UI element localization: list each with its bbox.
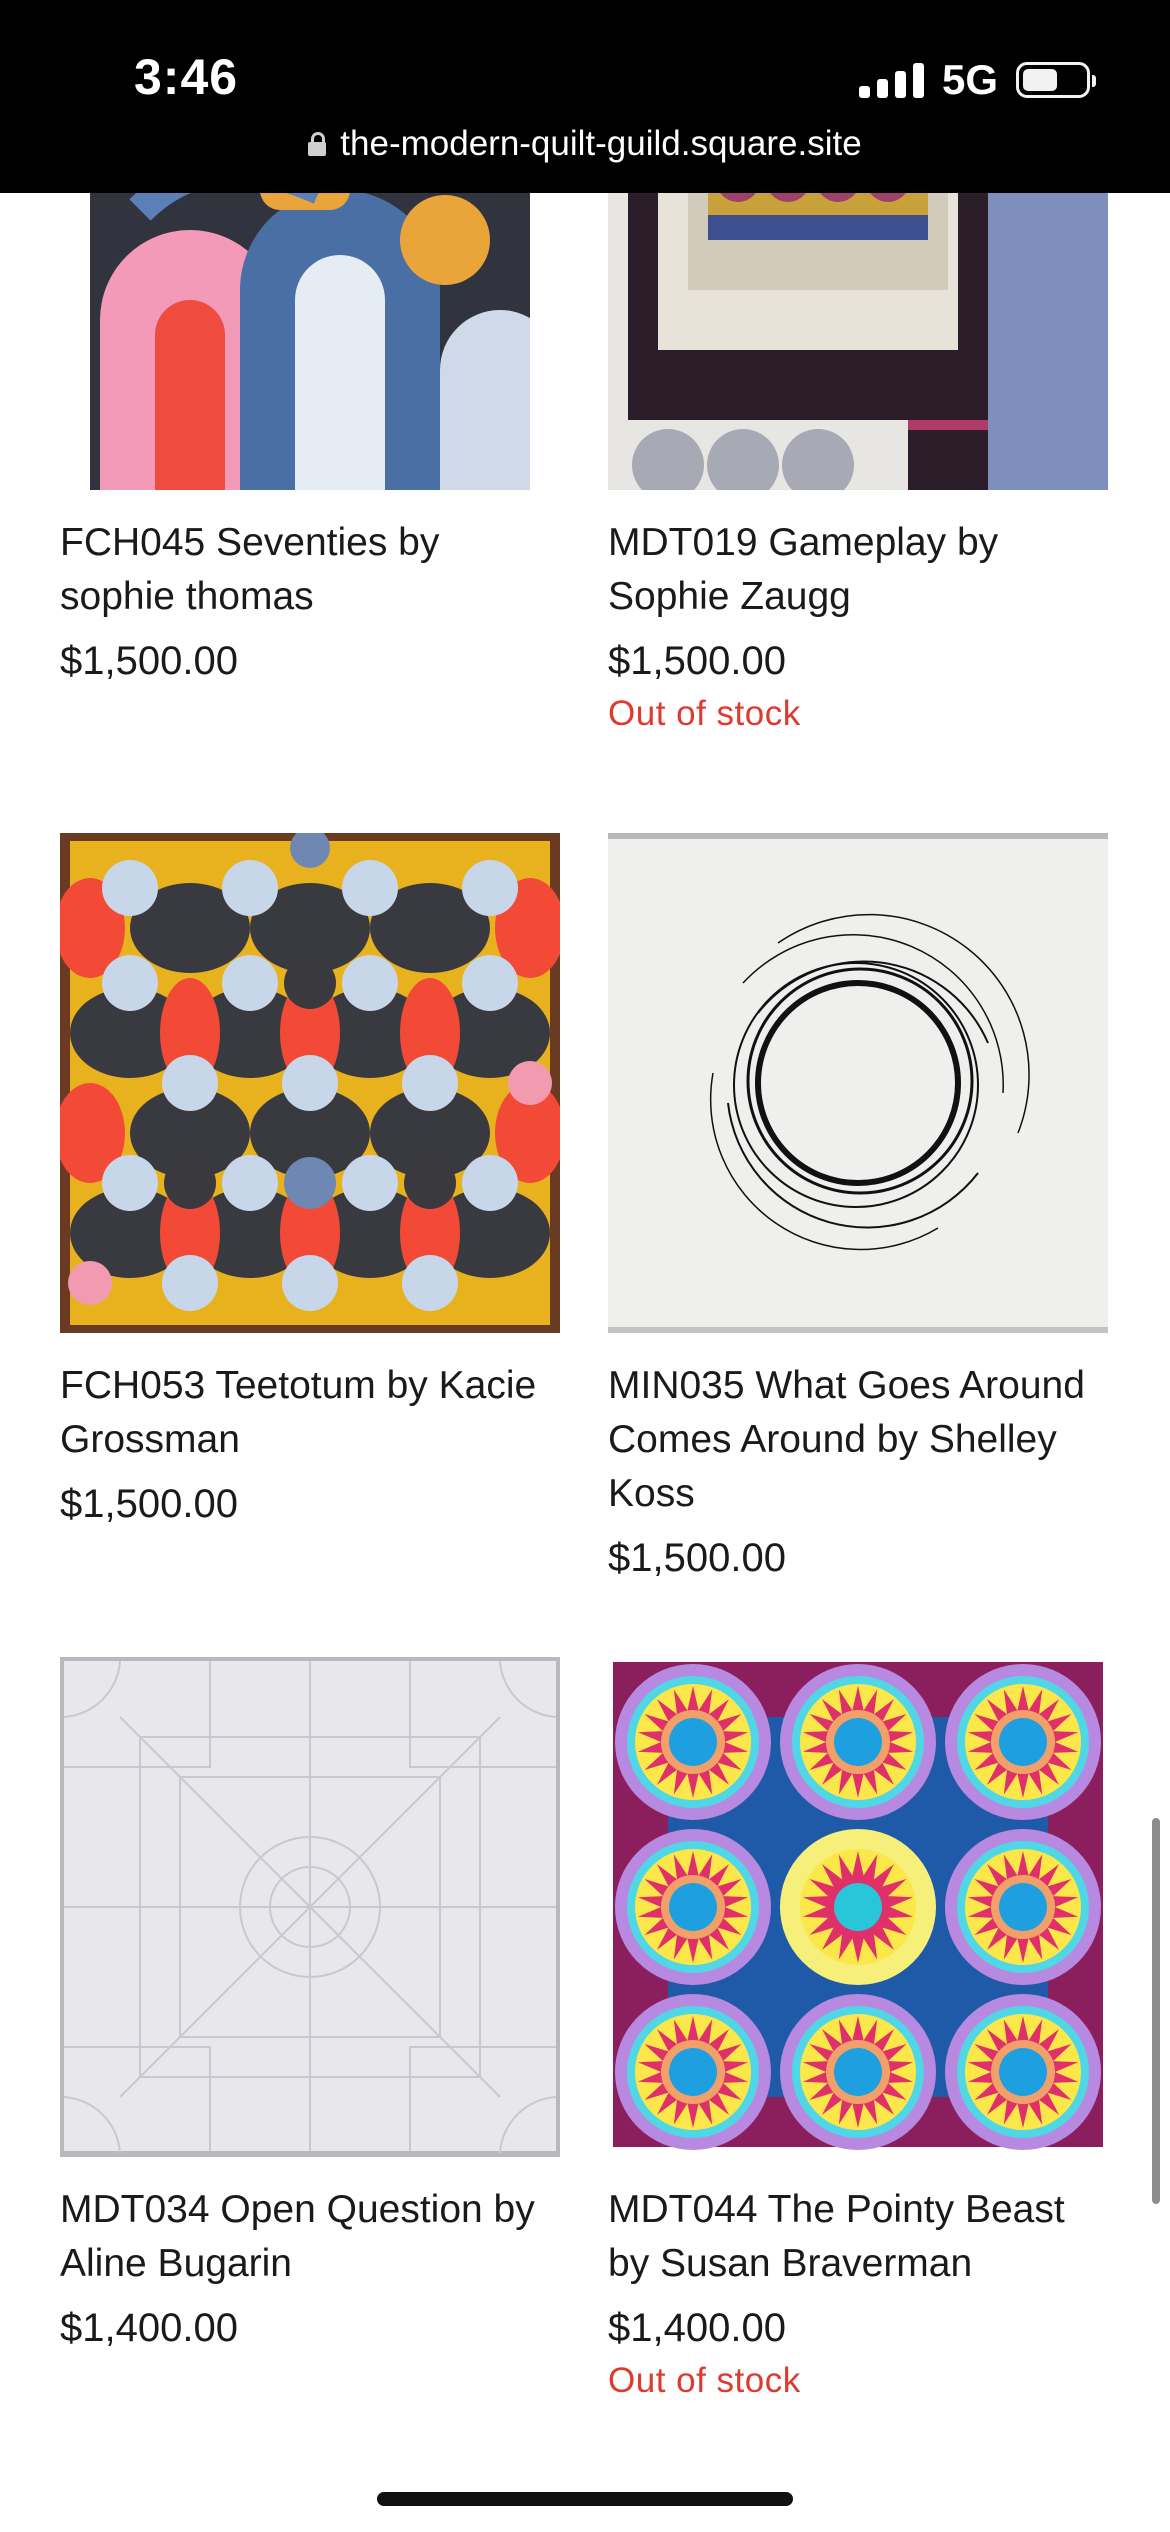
- quilt-pointy-beast-image[interactable]: [608, 1657, 1108, 2157]
- product-card[interactable]: MDT044 The Pointy Beast by Susan Braverm…: [608, 1657, 1108, 2403]
- quilt-what-goes-around-image[interactable]: [608, 833, 1108, 1333]
- product-card[interactable]: MDT034 Open Question by Aline Bugarin $1…: [60, 1657, 560, 2355]
- network-type: 5G: [941, 56, 998, 103]
- product-price: $1,500.00: [608, 639, 786, 683]
- out-of-stock-label: Out of stock: [608, 2361, 801, 2400]
- product-title[interactable]: MDT044 The Pointy Beast by Susan Braverm…: [608, 2183, 1108, 2291]
- signal-strength-icon: [858, 62, 924, 98]
- home-indicator[interactable]: [377, 2492, 793, 2506]
- address-bar[interactable]: the-modern-quilt-guild.square.site: [0, 124, 1170, 164]
- battery-icon: [1016, 62, 1096, 98]
- product-card[interactable]: FCH053 Teetotum by Kacie Grossman $1,500…: [60, 833, 560, 1531]
- quilt-open-question-image[interactable]: [60, 1657, 560, 2157]
- status-icons: 5G: [858, 56, 1096, 104]
- product-title[interactable]: FCH053 Teetotum by Kacie Grossman: [60, 1359, 560, 1467]
- product-price: $1,500.00: [60, 639, 238, 683]
- product-title[interactable]: MDT019 Gameplay by Sophie Zaugg: [608, 516, 1108, 624]
- scroll-indicator[interactable]: [1152, 1818, 1160, 2204]
- product-title[interactable]: FCH045 Seventies by sophie thomas: [60, 516, 560, 624]
- product-price: $1,400.00: [608, 2306, 786, 2350]
- product-price: $1,500.00: [60, 1482, 238, 1526]
- product-title[interactable]: MDT034 Open Question by Aline Bugarin: [60, 2183, 560, 2291]
- product-card[interactable]: MIN035 What Goes Around Comes Around by …: [608, 833, 1108, 1585]
- status-time: 3:46: [134, 49, 239, 105]
- out-of-stock-label: Out of stock: [608, 694, 801, 733]
- product-price: $1,500.00: [608, 1536, 786, 1580]
- browser-top-bar: 3:46 5G the-modern-quilt-guild.square.si…: [0, 0, 1170, 193]
- product-price: $1,400.00: [60, 2306, 238, 2350]
- lock-icon: [308, 132, 327, 156]
- product-title[interactable]: MIN035 What Goes Around Comes Around by …: [608, 1359, 1108, 1521]
- url-text: the-modern-quilt-guild.square.site: [340, 124, 862, 163]
- quilt-teetotum-image[interactable]: [60, 833, 560, 1333]
